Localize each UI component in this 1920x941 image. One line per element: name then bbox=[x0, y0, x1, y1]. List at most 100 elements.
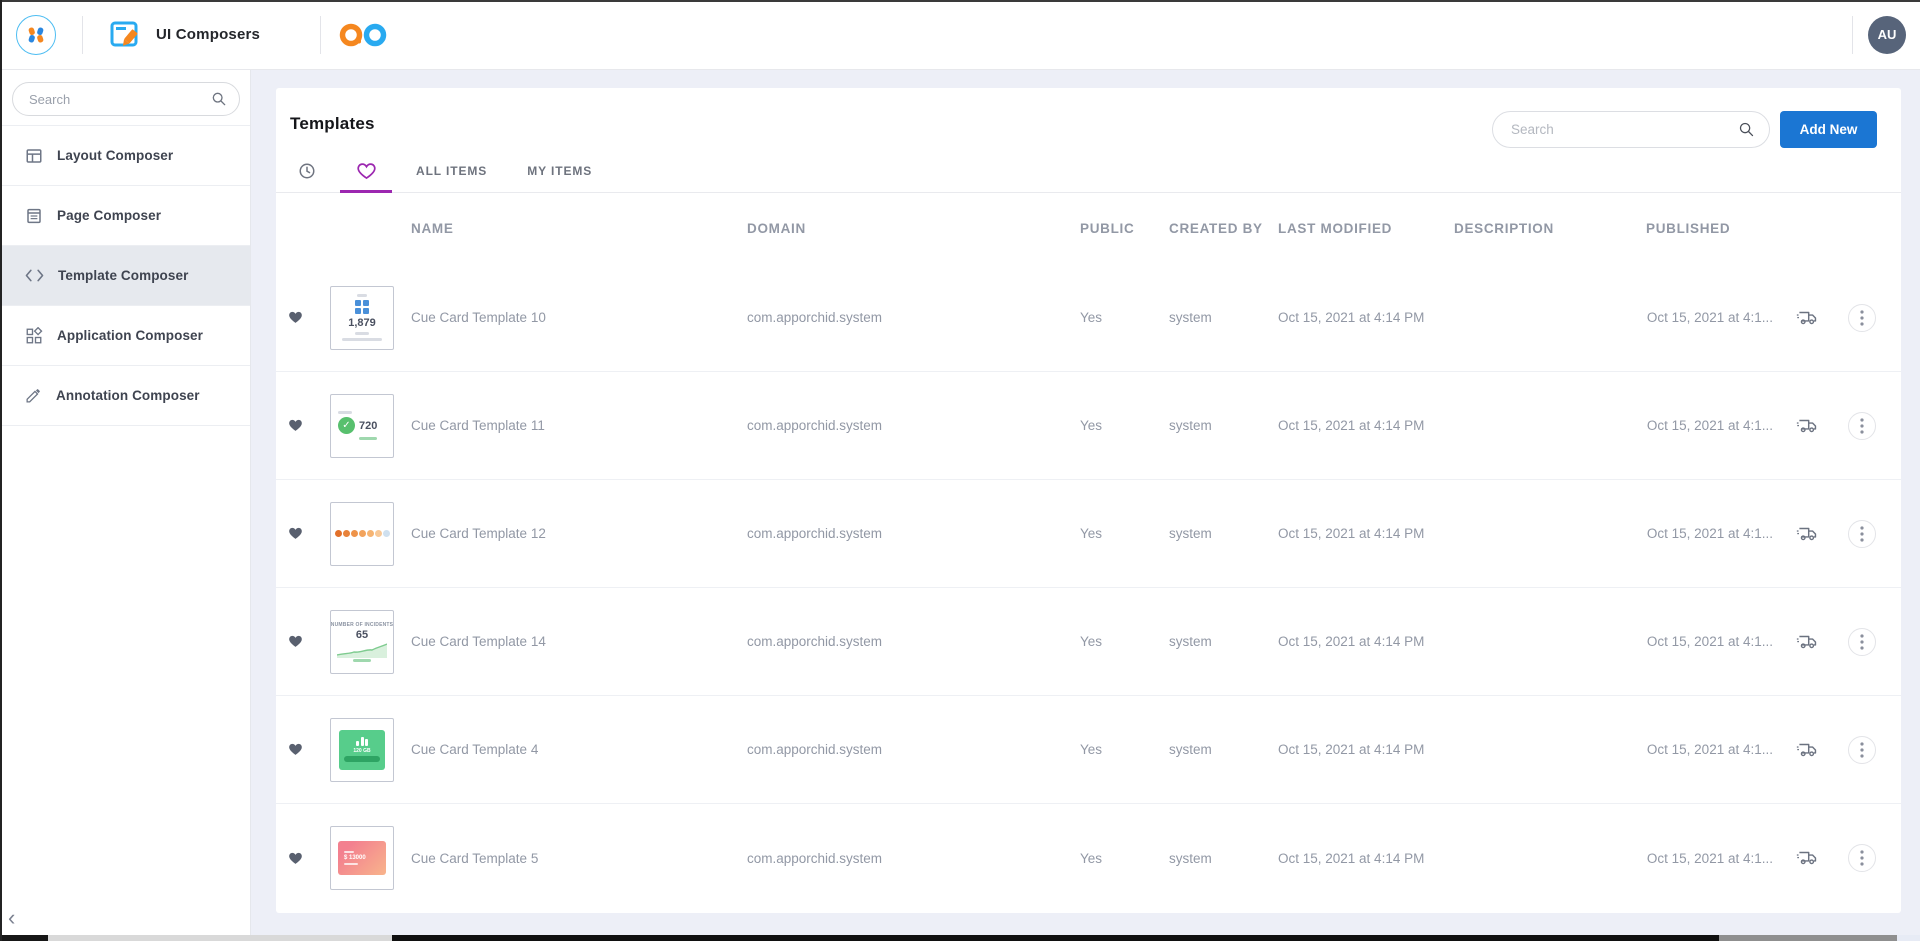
column-header-domain: DOMAIN bbox=[747, 221, 1080, 236]
add-new-button[interactable]: Add New bbox=[1780, 111, 1877, 148]
thumbnail-cell: 120 GB bbox=[330, 718, 394, 782]
thumbnail-cell: NUMBER OF INCIDENTS65 bbox=[330, 610, 394, 674]
clock-icon bbox=[298, 162, 316, 180]
table-header: NAMEDOMAINPUBLICCREATED BYLAST MODIFIEDD… bbox=[276, 193, 1901, 264]
more-menu-icon[interactable] bbox=[1848, 304, 1876, 332]
favorite-heart-icon[interactable] bbox=[288, 635, 303, 648]
more-menu-icon[interactable] bbox=[1848, 844, 1876, 872]
publish-truck-icon[interactable] bbox=[1796, 525, 1818, 543]
sidebar-item-page-composer[interactable]: Page Composer bbox=[0, 186, 250, 246]
tab-recent[interactable] bbox=[290, 150, 324, 193]
app-brand: UI Composers bbox=[109, 20, 260, 50]
tab-favorites[interactable] bbox=[340, 150, 392, 193]
column-header-public: PUBLIC bbox=[1080, 221, 1169, 236]
last-modified-cell: Oct 15, 2021 at 4:14 PM bbox=[1278, 851, 1454, 866]
publish-truck-icon[interactable] bbox=[1796, 741, 1818, 759]
thumbnail-cell bbox=[330, 502, 394, 566]
created-by-cell: system bbox=[1169, 851, 1278, 866]
favorite-heart-icon[interactable] bbox=[288, 852, 303, 865]
scrollbar-corner bbox=[1897, 935, 1920, 941]
published-cell: Oct 15, 2021 at 4:1... bbox=[1646, 310, 1786, 325]
main-content: Templates Add New bbox=[251, 70, 1920, 935]
panel-header: Templates Add New bbox=[276, 88, 1901, 150]
domain-cell: com.apporchid.system bbox=[747, 851, 1080, 866]
created-by-cell: system bbox=[1169, 526, 1278, 541]
more-menu-icon[interactable] bbox=[1848, 520, 1876, 548]
table-row[interactable]: 1,879Cue Card Template 10com.apporchid.s… bbox=[276, 264, 1901, 372]
tab-all-items[interactable]: ALL ITEMS bbox=[400, 150, 503, 193]
row-actions bbox=[1786, 628, 1901, 656]
table-row[interactable]: $ 13000Cue Card Template 5com.apporchid.… bbox=[276, 804, 1901, 912]
template-thumbnail: 120 GB bbox=[330, 718, 394, 782]
table-body: 1,879Cue Card Template 10com.apporchid.s… bbox=[276, 264, 1901, 912]
sidebar-item-label: Page Composer bbox=[57, 208, 161, 223]
scrollbar-track bbox=[48, 935, 392, 941]
template-thumbnail: 1,879 bbox=[330, 286, 394, 350]
sidebar-search bbox=[12, 82, 240, 116]
heart-icon bbox=[357, 163, 376, 180]
sidebar-collapse-button[interactable]: ‹ bbox=[8, 907, 15, 929]
row-actions bbox=[1786, 304, 1901, 332]
favorite-heart-icon[interactable] bbox=[288, 419, 303, 432]
created-by-cell: system bbox=[1169, 634, 1278, 649]
annotation-pen-icon bbox=[25, 387, 42, 404]
publish-truck-icon[interactable] bbox=[1796, 417, 1818, 435]
row-actions bbox=[1786, 520, 1901, 548]
published-cell: Oct 15, 2021 at 4:1... bbox=[1646, 526, 1786, 541]
templates-search-input[interactable] bbox=[1511, 122, 1738, 137]
divider bbox=[82, 16, 83, 54]
tab-my-items[interactable]: MY ITEMS bbox=[511, 150, 608, 193]
table-row[interactable]: Cue Card Template 12com.apporchid.system… bbox=[276, 480, 1901, 588]
table-row[interactable]: 120 GBCue Card Template 4com.apporchid.s… bbox=[276, 696, 1901, 804]
last-modified-cell: Oct 15, 2021 at 4:14 PM bbox=[1278, 742, 1454, 757]
more-menu-icon[interactable] bbox=[1848, 736, 1876, 764]
sidebar-search-input[interactable] bbox=[29, 92, 211, 107]
favorite-cell bbox=[276, 527, 330, 540]
publish-truck-icon[interactable] bbox=[1796, 309, 1818, 327]
sidebar-item-template-composer[interactable]: Template Composer bbox=[0, 246, 250, 306]
sidebar: Layout Composer Page Composer Template Com… bbox=[0, 70, 251, 935]
last-modified-cell: Oct 15, 2021 at 4:14 PM bbox=[1278, 418, 1454, 433]
page-icon bbox=[25, 207, 43, 225]
horizontal-scrollbar[interactable] bbox=[0, 935, 1920, 941]
domain-cell: com.apporchid.system bbox=[747, 418, 1080, 433]
favorite-heart-icon[interactable] bbox=[288, 743, 303, 756]
published-cell: Oct 15, 2021 at 4:1... bbox=[1646, 634, 1786, 649]
table-row[interactable]: ✓720Cue Card Template 11com.apporchid.sy… bbox=[276, 372, 1901, 480]
column-header-last-modified: LAST MODIFIED bbox=[1278, 221, 1454, 236]
favorite-heart-icon[interactable] bbox=[288, 527, 303, 540]
sidebar-item-application-composer[interactable]: Application Composer bbox=[0, 306, 250, 366]
template-thumbnail: $ 13000 bbox=[330, 826, 394, 890]
domain-cell: com.apporchid.system bbox=[747, 634, 1080, 649]
created-by-cell: system bbox=[1169, 310, 1278, 325]
scrollbar-thumb[interactable] bbox=[392, 935, 1719, 941]
composer-pencil-icon bbox=[109, 20, 143, 50]
app-title: UI Composers bbox=[156, 26, 260, 43]
favorite-cell bbox=[276, 419, 330, 432]
templates-panel: Templates Add New bbox=[276, 88, 1901, 913]
sidebar-item-layout-composer[interactable]: Layout Composer bbox=[0, 126, 250, 186]
app-launcher-button[interactable] bbox=[16, 15, 56, 55]
table-row[interactable]: NUMBER OF INCIDENTS65Cue Card Template 1… bbox=[276, 588, 1901, 696]
template-thumbnail: NUMBER OF INCIDENTS65 bbox=[330, 610, 394, 674]
window-top-edge bbox=[0, 0, 1920, 2]
name-cell: Cue Card Template 5 bbox=[394, 851, 747, 866]
published-cell: Oct 15, 2021 at 4:1... bbox=[1646, 742, 1786, 757]
favorite-heart-icon[interactable] bbox=[288, 311, 303, 324]
divider bbox=[320, 16, 321, 54]
public-cell: Yes bbox=[1080, 418, 1169, 433]
favorite-cell bbox=[276, 311, 330, 324]
more-menu-icon[interactable] bbox=[1848, 628, 1876, 656]
user-avatar[interactable]: AU bbox=[1868, 16, 1906, 54]
sidebar-item-label: Layout Composer bbox=[57, 148, 173, 163]
sidebar-item-annotation-composer[interactable]: Annotation Composer bbox=[0, 366, 250, 426]
thumbnail-cell: 1,879 bbox=[330, 286, 394, 350]
domain-cell: com.apporchid.system bbox=[747, 526, 1080, 541]
published-cell: Oct 15, 2021 at 4:1... bbox=[1646, 851, 1786, 866]
name-cell: Cue Card Template 14 bbox=[394, 634, 747, 649]
publish-truck-icon[interactable] bbox=[1796, 849, 1818, 867]
sidebar-item-label: Annotation Composer bbox=[56, 388, 200, 403]
publish-truck-icon[interactable] bbox=[1796, 633, 1818, 651]
name-cell: Cue Card Template 11 bbox=[394, 418, 747, 433]
more-menu-icon[interactable] bbox=[1848, 412, 1876, 440]
